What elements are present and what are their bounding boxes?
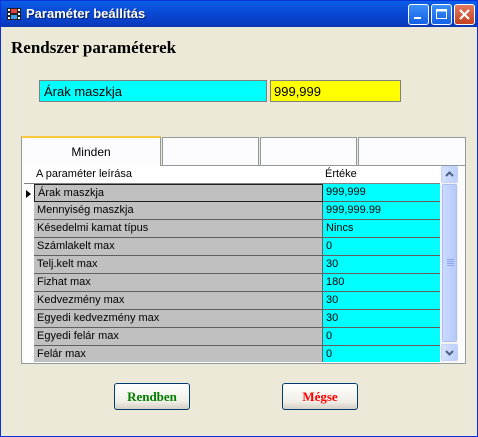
table-row[interactable]: Mennyiség maszkja 999,999.99 [24, 202, 440, 220]
table-row[interactable]: Fizhat max 180 [24, 274, 440, 292]
chevron-up-icon [445, 171, 454, 177]
row-description-cell[interactable]: Mennyiség maszkja [34, 202, 323, 220]
row-description: Késedelmi kamat típus [37, 222, 149, 234]
row-value-cell[interactable]: Nincs [323, 220, 440, 238]
row-value: 30 [326, 312, 339, 324]
row-indicator [24, 328, 34, 346]
row-description: Mennyiség maszkja [37, 204, 134, 216]
window-client-area: Rendszer paraméterek Árak maszkja 999,99… [4, 28, 474, 434]
row-description: Árak maszkja [38, 187, 105, 199]
row-value: 999,999.99 [326, 204, 382, 216]
table-row[interactable]: Egyedi felár max 0 [24, 328, 440, 346]
row-value: 30 [326, 294, 339, 306]
row-value-cell[interactable]: 999,999.99 [323, 202, 440, 220]
ok-button[interactable]: Rendben [114, 383, 190, 410]
current-row-arrow-icon [26, 190, 31, 198]
maximize-icon [436, 9, 447, 19]
column-header-value[interactable]: Értéke [325, 168, 357, 180]
close-button[interactable] [454, 4, 475, 25]
tab-label [163, 138, 258, 145]
row-description-cell[interactable]: Fizhat max [34, 274, 323, 292]
row-value-cell[interactable]: 0 [323, 238, 440, 256]
parameter-value-field[interactable]: 999,999 [270, 80, 401, 102]
thumb-grip [447, 259, 454, 260]
tab-3[interactable] [260, 137, 357, 165]
row-value-cell[interactable]: 0 [323, 346, 440, 362]
tab-label [261, 138, 356, 145]
window-title: Paraméter beállítás [26, 6, 146, 21]
row-description: Számlakelt max [37, 240, 115, 252]
row-value-cell[interactable]: 0 [323, 328, 440, 346]
row-indicator [24, 202, 34, 220]
row-value: Nincs [326, 222, 354, 234]
row-description-cell[interactable]: Egyedi felár max [34, 328, 323, 346]
column-header-description[interactable]: A paraméter leírása [36, 168, 132, 180]
row-value: 180 [326, 276, 345, 288]
row-indicator [24, 256, 34, 274]
row-indicator [24, 220, 34, 238]
row-indicator [24, 292, 34, 310]
tab-2[interactable] [162, 137, 259, 165]
tab-minden[interactable]: Minden [21, 136, 161, 167]
tab-label: Minden [71, 145, 111, 159]
chevron-down-icon [445, 350, 454, 356]
scroll-down-button[interactable] [441, 344, 458, 361]
row-description-cell[interactable]: Telj.kelt max [34, 256, 323, 274]
row-value: 999,999 [326, 186, 366, 198]
row-description: Egyedi felár max [37, 330, 119, 342]
row-description: Telj.kelt max [37, 258, 98, 270]
row-indicator [24, 238, 34, 256]
parameter-grid[interactable]: A paraméter leírása Értéke Árak maszkja … [24, 166, 458, 362]
thumb-grip [447, 265, 454, 266]
row-value: 0 [326, 240, 333, 252]
row-indicator [24, 346, 34, 362]
row-description-cell[interactable]: Felár max [34, 346, 323, 362]
parameter-name-field[interactable]: Árak maszkja [39, 80, 267, 102]
tab-label [359, 138, 465, 145]
table-row[interactable]: Számlakelt max 0 [24, 238, 440, 256]
row-description-cell[interactable]: Egyedi kedvezmény max [34, 310, 323, 328]
scrollbar-thumb[interactable] [442, 184, 457, 342]
row-description: Egyedi kedvezmény max [37, 312, 160, 324]
row-value: 0 [326, 330, 333, 342]
table-row[interactable]: Késedelmi kamat típus Nincs [24, 220, 440, 238]
row-value: 0 [326, 348, 333, 360]
close-icon [459, 9, 470, 20]
table-row[interactable]: Árak maszkja 999,999 [24, 184, 440, 202]
table-row[interactable]: Telj.kelt max 30 [24, 256, 440, 274]
row-description-cell[interactable]: Késedelmi kamat típus [34, 220, 323, 238]
row-value-cell[interactable]: 180 [323, 274, 440, 292]
row-value-cell[interactable]: 999,999 [323, 184, 440, 202]
parameter-settings-window: Paraméter beállítás Rendszer paraméterek… [0, 0, 478, 437]
minimize-icon [414, 17, 421, 19]
row-value-cell[interactable]: 30 [323, 310, 440, 328]
page-title: Rendszer paraméterek [11, 38, 177, 57]
title-bar[interactable]: Paraméter beállítás [1, 1, 477, 27]
tab-4[interactable] [358, 137, 466, 165]
row-value-cell[interactable]: 30 [323, 256, 440, 274]
row-description-cell[interactable]: Kedvezmény max [34, 292, 323, 310]
row-description: Fizhat max [37, 276, 91, 288]
row-description-cell[interactable]: Számlakelt max [34, 238, 323, 256]
row-indicator [24, 274, 34, 292]
thumb-grip [447, 261, 454, 262]
row-description: Felár max [37, 348, 86, 360]
row-value-cell[interactable]: 30 [323, 292, 440, 310]
row-indicator [24, 184, 34, 202]
row-value: 30 [326, 258, 339, 270]
thumb-grip [447, 263, 454, 264]
minimize-button[interactable] [408, 4, 429, 25]
scroll-up-button[interactable] [441, 166, 458, 183]
film-app-icon [7, 8, 21, 20]
row-description-cell[interactable]: Árak maszkja [34, 184, 323, 202]
row-indicator [24, 310, 34, 328]
table-row[interactable]: Egyedi kedvezmény max 30 [24, 310, 440, 328]
table-row[interactable]: Felár max 0 [24, 346, 440, 362]
row-description: Kedvezmény max [37, 294, 125, 306]
cancel-button[interactable]: Mégse [282, 383, 358, 410]
maximize-button[interactable] [431, 4, 452, 25]
grid-header: A paraméter leírása Értéke [24, 166, 440, 184]
grid-vertical-scrollbar[interactable] [441, 166, 458, 362]
table-row[interactable]: Kedvezmény max 30 [24, 292, 440, 310]
